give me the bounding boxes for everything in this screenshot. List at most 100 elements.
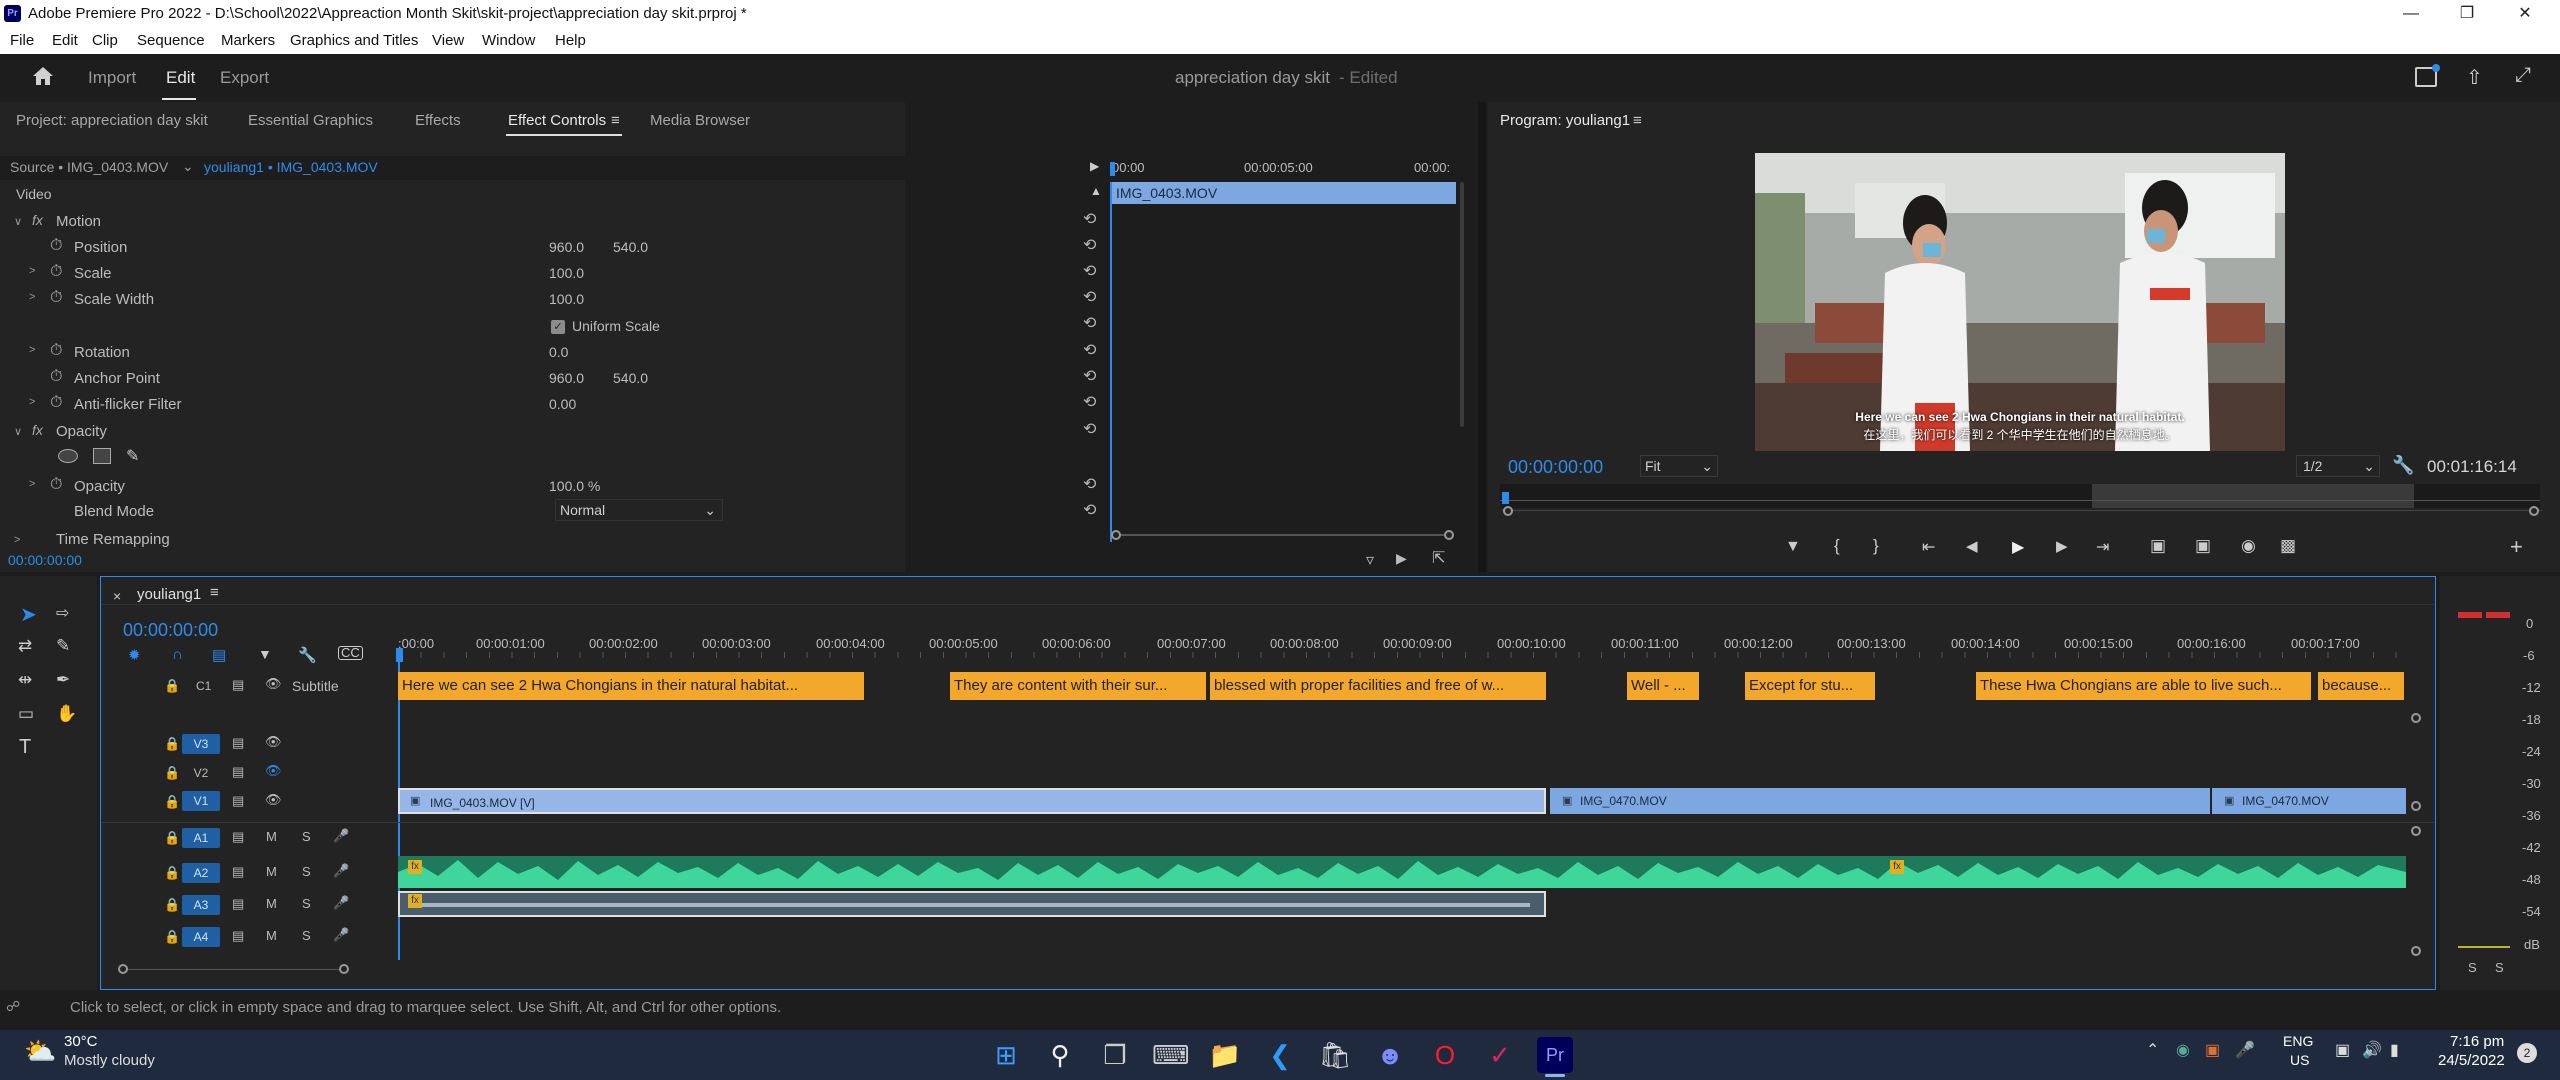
close-icon[interactable]: × (113, 588, 121, 604)
menu-edit[interactable]: Edit (52, 32, 78, 49)
step-forward-icon[interactable]: ▶ (2056, 537, 2068, 555)
microphone-icon[interactable]: 🎤 (333, 927, 349, 943)
reset-icon[interactable]: ⟲ (1083, 313, 1096, 333)
discord-icon[interactable]: ☻ (1372, 1037, 1408, 1073)
expand-arrow-icon[interactable]: > (29, 265, 35, 277)
lock-icon[interactable]: 🔒 (164, 830, 180, 846)
terminal-icon[interactable]: ⌨ (1152, 1037, 1190, 1073)
stopwatch-icon[interactable]: ⏱ (50, 394, 62, 412)
search-icon[interactable]: ⚲ (1042, 1037, 1078, 1073)
nest-toggle-icon[interactable]: ✹ (128, 646, 141, 664)
vscode-icon[interactable]: ❮ (1262, 1037, 1298, 1073)
play-triangle-icon[interactable]: ▶ (1090, 159, 1099, 173)
reset-icon[interactable]: ⟲ (1083, 500, 1096, 520)
reset-icon[interactable]: ⟲ (1083, 366, 1096, 386)
video-clip[interactable]: IMG_0403.MOV [V] (398, 788, 1546, 814)
microphone-icon[interactable]: 🎤 (333, 895, 349, 911)
zoom-handle-right[interactable] (1444, 530, 1454, 540)
rotation-value[interactable]: 0.0 (549, 344, 568, 360)
opacity-value[interactable]: 100.0 % (549, 478, 600, 494)
zoom-handle-right[interactable] (2529, 506, 2539, 516)
mute-button[interactable]: M (266, 896, 277, 911)
home-icon[interactable] (32, 66, 54, 86)
slip-icon[interactable]: ⇹ (18, 670, 32, 690)
nav-edit[interactable]: Edit (166, 68, 195, 88)
caption-clip[interactable]: These Hwa Chongians are able to live suc… (1976, 672, 2311, 700)
clock-time[interactable]: 7:16 pm (2450, 1033, 2504, 1050)
task-view-icon[interactable]: ❐ (1097, 1037, 1133, 1073)
reset-icon[interactable]: ⟲ (1083, 474, 1096, 494)
caption-clip[interactable]: Here we can see 2 Hwa Chongians in their… (398, 672, 864, 700)
mute-button[interactable]: M (266, 829, 277, 844)
track-a2-toggle[interactable]: A2 (182, 863, 220, 883)
menu-markers[interactable]: Markers (221, 32, 275, 49)
lock-icon[interactable]: 🔒 (164, 865, 180, 881)
track-a4-toggle[interactable]: A4 (182, 927, 220, 947)
menu-help[interactable]: Help (555, 32, 586, 49)
zoom-handle-left[interactable] (1111, 530, 1121, 540)
minimize-button[interactable]: — (2388, 2, 2434, 26)
caption-clip[interactable]: blessed with proper facilities and free … (1210, 672, 1546, 700)
program-scrubber[interactable] (1500, 484, 2540, 508)
eye-icon[interactable]: 👁 (265, 792, 282, 808)
lock-icon[interactable]: 🔒 (164, 794, 180, 810)
stopwatch-icon[interactable]: ⏱ (50, 237, 62, 255)
playhead-marker[interactable] (1110, 162, 1115, 176)
camera-icon[interactable]: ◉ (2241, 536, 2256, 556)
meter-solo-left[interactable]: S (2468, 960, 2477, 975)
tab-project[interactable]: Project: appreciation day skit (16, 112, 208, 129)
comparison-view-icon[interactable]: ▩ (2280, 536, 2296, 556)
track-a1-toggle[interactable]: A1 (182, 828, 220, 848)
timeline-hscroll[interactable] (122, 969, 344, 970)
close-button[interactable]: ✕ (2502, 2, 2548, 26)
ellipse-mask-icon[interactable] (58, 449, 78, 463)
solo-button[interactable]: S (302, 864, 311, 879)
stopwatch-icon[interactable]: ⏱ (50, 263, 62, 281)
tray-app-icon[interactable]: ▣ (2205, 1040, 2220, 1060)
reset-icon[interactable]: ⟲ (1083, 235, 1096, 255)
vscroll-handle[interactable] (2411, 713, 2421, 723)
collapse-up-icon[interactable]: ▲ (1090, 184, 1102, 198)
wrench-icon[interactable]: 🔧 (2392, 455, 2414, 476)
meter-solo-right[interactable]: S (2495, 960, 2504, 975)
blend-mode-select[interactable]: Normal ⌄ (555, 499, 723, 521)
audio-clip-a3[interactable] (398, 891, 1546, 917)
stopwatch-icon[interactable]: ⏱ (50, 476, 62, 494)
scale-value[interactable]: 100.0 (549, 265, 584, 281)
windows-start-icon[interactable]: ⊞ (988, 1037, 1024, 1073)
overwrite-icon[interactable]: ▣ (2195, 536, 2211, 556)
panel-divider[interactable] (1478, 102, 1486, 572)
track-v2-toggle[interactable]: V2 (182, 763, 220, 783)
sync-lock-icon[interactable]: ▤ (232, 896, 244, 912)
sync-lock-icon[interactable]: ▤ (232, 864, 244, 880)
microphone-icon[interactable]: 🎤 (333, 863, 349, 879)
reset-icon[interactable]: ⟲ (1083, 261, 1096, 281)
ec-timecode[interactable]: 00:00:00:00 (8, 552, 82, 568)
eye-icon[interactable]: 👁 (265, 734, 282, 750)
clock-date[interactable]: 24/5/2022 (2438, 1052, 2505, 1069)
menu-clip[interactable]: Clip (92, 32, 118, 49)
microphone-icon[interactable]: 🎤 (333, 828, 349, 844)
anchor-y-value[interactable]: 540.0 (613, 370, 648, 386)
battery-icon[interactable]: ▮ (2390, 1040, 2399, 1060)
step-back-icon[interactable]: ◀ (1966, 537, 1978, 555)
quick-export-icon[interactable] (2415, 64, 2440, 87)
stopwatch-icon[interactable]: ⏱ (50, 342, 62, 360)
zoom-select[interactable]: Fit ⌄ (1640, 455, 1718, 477)
ec-zoom-bar[interactable] (1116, 534, 1450, 536)
add-marker-icon[interactable]: ▼ (1785, 538, 1801, 556)
expand-arrow-icon[interactable]: > (29, 344, 35, 356)
caption-clip[interactable]: They are content with their sur... (950, 672, 1206, 700)
play-icon[interactable]: ▶ (2012, 537, 2024, 557)
chevron-down-icon[interactable]: ⌄ (182, 158, 194, 175)
collapse-motion-icon[interactable]: ∨ (14, 215, 22, 228)
collapse-opacity-icon[interactable]: ∨ (14, 425, 22, 438)
export-frame-icon[interactable]: ⇱ (1432, 548, 1445, 568)
microphone-icon[interactable]: 🎤 (2235, 1040, 2255, 1060)
ec-scrollbar[interactable] (1460, 182, 1464, 427)
store-icon[interactable]: 🛍 (1317, 1037, 1353, 1073)
scroll-handle-right[interactable] (339, 964, 349, 974)
audio-clip-a2[interactable] (398, 856, 2406, 888)
resolution-select[interactable]: 1/2 ⌄ (2296, 455, 2380, 477)
ec-clip-bar[interactable]: IMG_0403.MOV (1112, 182, 1456, 204)
